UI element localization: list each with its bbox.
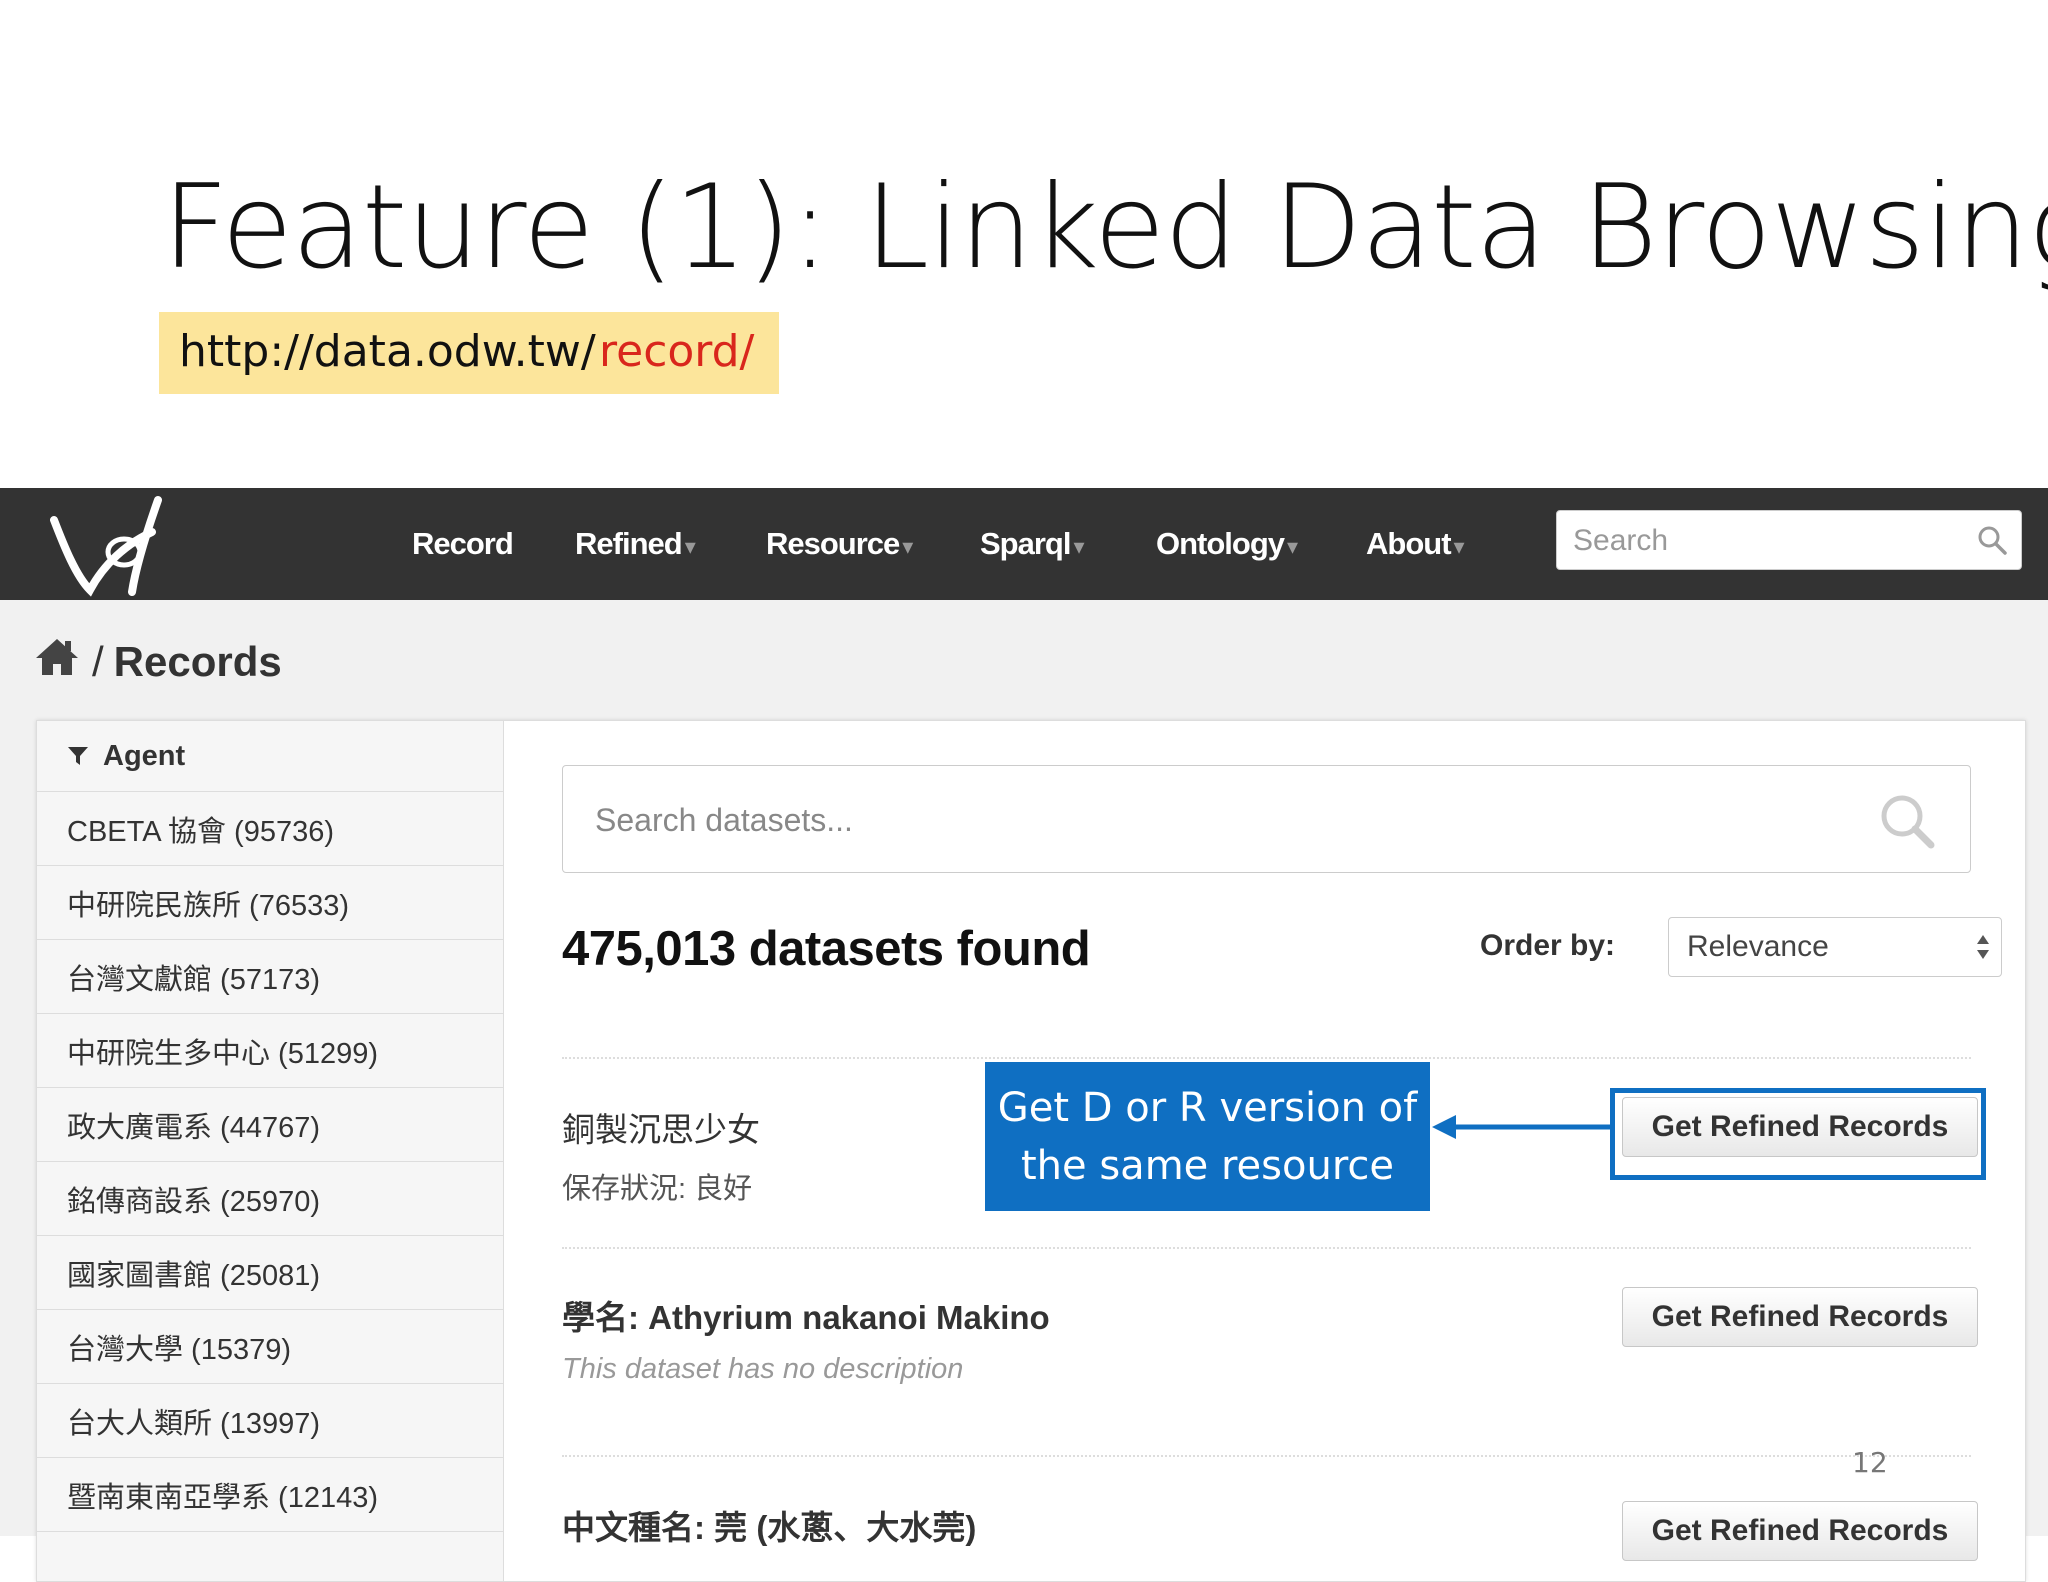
nav-refined-label: Refined	[575, 526, 683, 561]
annotation-highlight-frame	[1610, 1088, 1986, 1180]
result-divider	[562, 1247, 1971, 1249]
nav-search-input[interactable]	[1571, 519, 1965, 563]
result-title[interactable]: 銅製沉思少女	[562, 1103, 760, 1151]
get-refined-records-button[interactable]: Get Refined Records	[1622, 1501, 1978, 1561]
facet-item[interactable]: 中研院生多中心 (51299)	[37, 1014, 503, 1088]
result-divider	[562, 1455, 1971, 1457]
facet-item[interactable]: 國家圖書館 (25081)	[37, 1236, 503, 1310]
dataset-search-box	[562, 765, 1971, 873]
caret-down-icon: ▾	[1287, 534, 1298, 559]
annotation-callout: Get D or R version of the same resource	[985, 1062, 1430, 1211]
filter-icon	[68, 747, 88, 765]
facet-item[interactable]: 台灣文獻館 (57173)	[37, 940, 503, 1014]
facet-item[interactable]: 政大廣電系 (44767)	[37, 1088, 503, 1162]
callout-line-1: Get D or R version of	[997, 1084, 1418, 1131]
result-description: 保存狀況: 良好	[562, 1173, 753, 1205]
dataset-search-input[interactable]	[593, 794, 1797, 846]
facet-item[interactable]: 銘傳商設系 (25970)	[37, 1162, 503, 1236]
caret-down-icon: ▾	[1073, 534, 1084, 559]
nav-about-label: About	[1366, 526, 1452, 561]
page-number: 12	[1852, 1446, 1888, 1479]
navbar: Record Refined ▾ Resource ▾ Sparql ▾ Ontolo…	[0, 488, 2048, 600]
url-highlight-box: http://data.odw.tw/ record/	[159, 312, 779, 394]
nav-search-box	[1556, 510, 2022, 570]
breadcrumb: / Records	[34, 632, 282, 692]
caret-down-icon: ▾	[1453, 534, 1465, 559]
facet-item[interactable]: 暨南東南亞學系 (12143)	[37, 1458, 503, 1532]
caret-down-icon: ▾	[902, 534, 913, 559]
search-icon[interactable]	[1977, 525, 2007, 560]
url-base: http://data.odw.tw/	[179, 326, 596, 377]
result-title[interactable]: 中文種名: 莞 (水蔥、大水莞)	[562, 1501, 976, 1549]
result-description: This dataset has no description	[562, 1353, 964, 1385]
home-icon[interactable]	[34, 637, 80, 687]
search-icon[interactable]	[1878, 792, 1936, 855]
facet-item[interactable]: 台大人類所 (13997)	[37, 1384, 503, 1458]
nav-about[interactable]: About ▾	[1366, 526, 1465, 562]
order-by-select[interactable]: Relevance	[1668, 917, 2002, 977]
nav-record-label: Record	[412, 526, 514, 561]
nav-resource[interactable]: Resource ▾	[766, 526, 913, 562]
caret-down-icon: ▾	[684, 534, 696, 559]
url-path: record/	[599, 326, 755, 377]
callout-line-2: the same resource	[1020, 1142, 1394, 1189]
facet-item[interactable]: CBETA 協會 (95736)	[37, 792, 503, 866]
select-arrows-icon	[1975, 932, 1991, 967]
facet-item[interactable]: 台灣大學 (15379)	[37, 1310, 503, 1384]
nav-sparql[interactable]: Sparql ▾	[980, 526, 1085, 562]
nav-ontology-label: Ontology	[1156, 526, 1285, 561]
nav-sparql-label: Sparql	[980, 526, 1071, 561]
site-logo[interactable]	[46, 494, 176, 598]
facet-header-agent[interactable]: Agent	[37, 721, 503, 792]
nav-record[interactable]: Record	[412, 526, 514, 562]
result-title[interactable]: 學名: Athyrium nakanoi Makino	[562, 1291, 1050, 1339]
breadcrumb-separator: /	[92, 638, 104, 685]
facet-sidebar: Agent CBETA 協會 (95736) 中研院民族所 (76533) 台灣…	[37, 721, 504, 1581]
nav-resource-label: Resource	[766, 526, 900, 561]
nav-ontology[interactable]: Ontology ▾	[1156, 526, 1298, 562]
annotation-arrow-icon	[1432, 1115, 1612, 1139]
results-count: 475,013 datasets found	[562, 922, 1091, 976]
breadcrumb-current: Records	[113, 638, 282, 685]
order-by-value: Relevance	[1687, 930, 1829, 963]
nav-refined[interactable]: Refined ▾	[575, 526, 696, 562]
slide-title: Feature (1): Linked Data Browsing	[162, 160, 2048, 295]
get-refined-records-button[interactable]: Get Refined Records	[1622, 1287, 1978, 1347]
result-divider	[562, 1057, 1971, 1059]
facet-title: Agent	[103, 739, 186, 772]
order-by-label: Order by:	[1480, 929, 1616, 962]
facet-item[interactable]: 中研院民族所 (76533)	[37, 866, 503, 940]
